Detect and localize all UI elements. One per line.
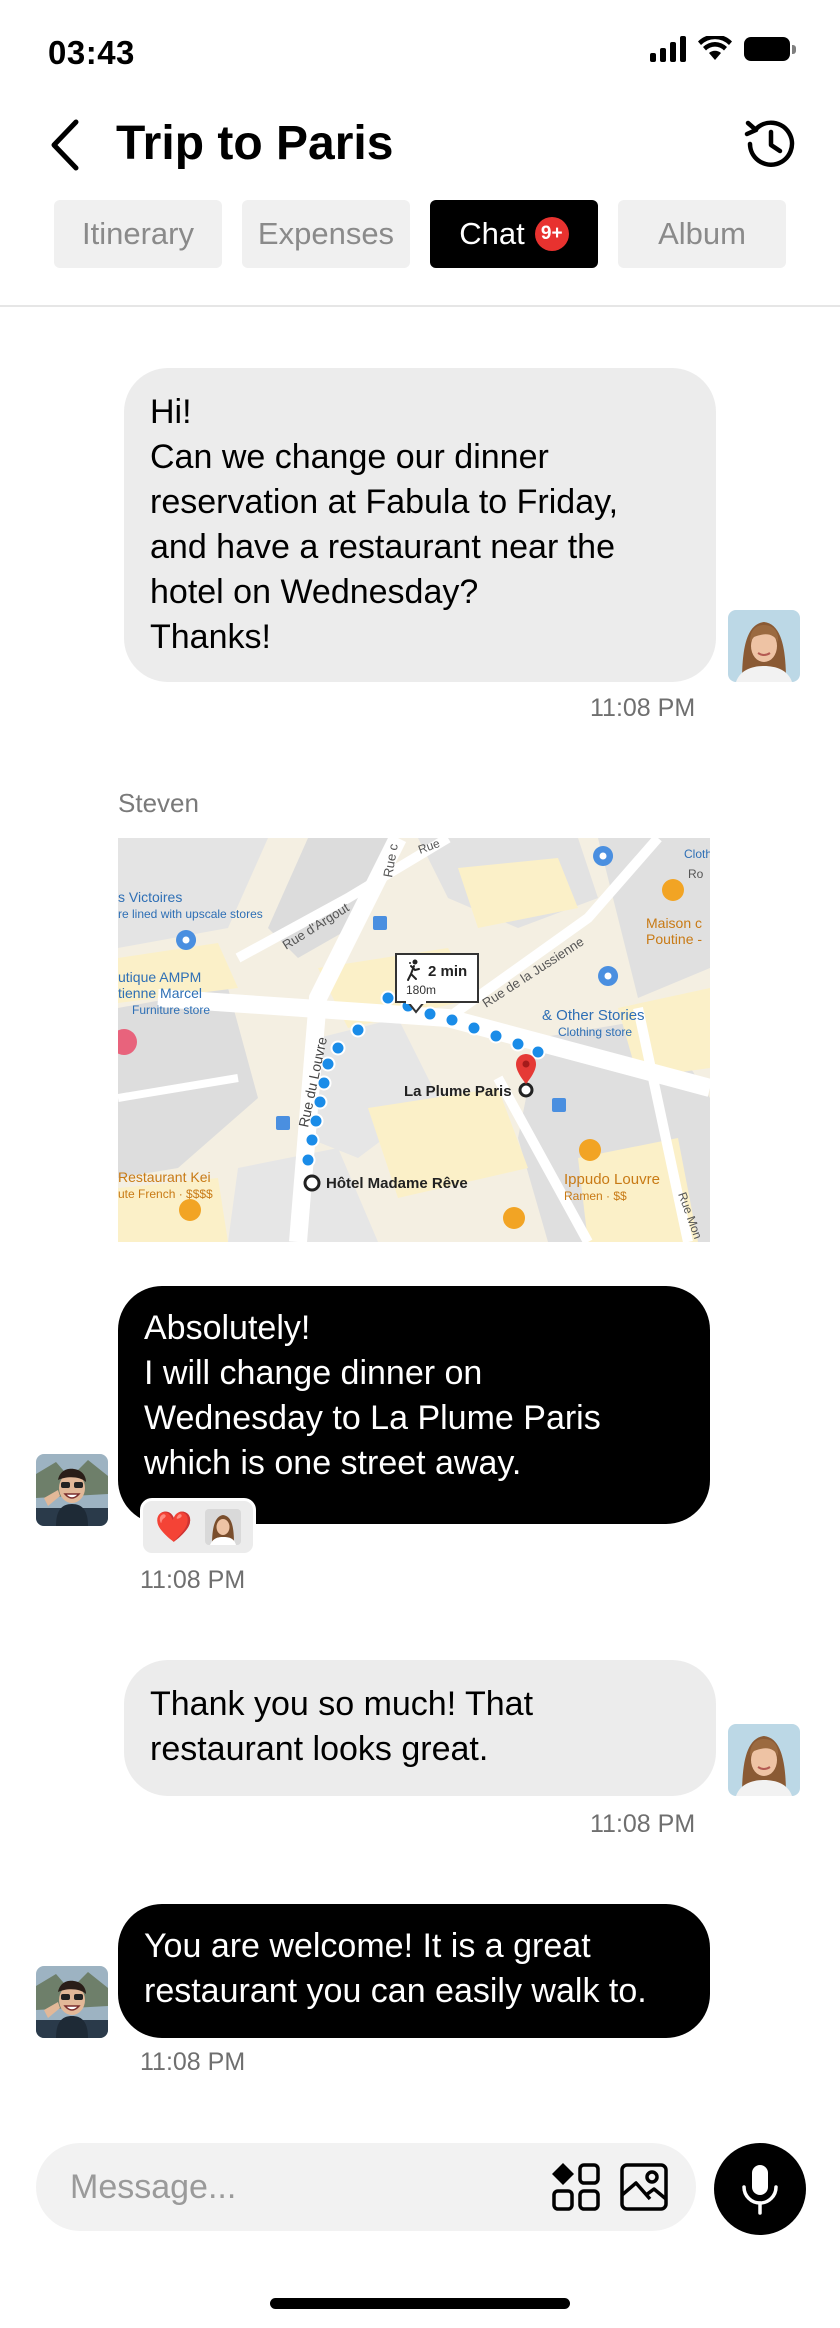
message-bubble-outgoing[interactable]: Absolutely! I will change dinner on Wedn… [118, 1286, 710, 1524]
svg-text:Poutine -: Poutine - [646, 931, 702, 947]
svg-text:re lined with upscale stores: re lined with upscale stores [118, 907, 263, 921]
back-button[interactable] [40, 110, 90, 180]
message-bubble-incoming[interactable]: Hi! Can we change our dinner reservation… [124, 368, 716, 682]
origin-label: Hôtel Madame Rêve [326, 1175, 468, 1192]
status-icons [650, 36, 796, 62]
reaction-badge[interactable]: ❤️ [140, 1498, 256, 1556]
svg-text:ute French · $$$$: ute French · $$$$ [118, 1187, 213, 1201]
microphone-icon [742, 2165, 778, 2215]
image-icon [620, 2163, 668, 2211]
svg-text:Ippudo Louvre: Ippudo Louvre [564, 1171, 660, 1188]
avatar-steven[interactable] [36, 1454, 108, 1526]
tab-expenses[interactable]: Expenses [242, 200, 410, 268]
map-preview[interactable]: 2 min 180m La Plume Paris Hôtel Madame R… [118, 838, 710, 1242]
message-bubble-outgoing[interactable]: You are welcome! It is a great restauran… [118, 1904, 710, 2038]
apps-icon [552, 2163, 600, 2211]
reactor-avatar [204, 1509, 241, 1545]
message-bubble-incoming[interactable]: Thank you so much! That restaurant looks… [124, 1660, 716, 1796]
home-indicator[interactable] [270, 2298, 570, 2309]
image-button[interactable] [618, 2161, 670, 2213]
message-timestamp: 11:08 PM [140, 1566, 246, 1594]
header-divider [0, 305, 840, 307]
microphone-button[interactable] [714, 2143, 806, 2235]
history-icon [744, 120, 795, 167]
svg-text:Furniture store: Furniture store [132, 1003, 210, 1017]
heart-reaction: ❤️ [155, 1509, 193, 1545]
header: Trip to Paris [0, 100, 840, 200]
walk-distance-label: 180m [406, 983, 436, 997]
apps-button[interactable] [550, 2161, 602, 2213]
signal-icon [650, 36, 686, 62]
sender-name: Steven [118, 788, 199, 818]
svg-text:tienne Marcel: tienne Marcel [118, 985, 202, 1001]
status-bar: 03:43 [0, 0, 840, 100]
svg-text:Ramen · $$: Ramen · $$ [564, 1189, 627, 1203]
destination-label: La Plume Paris [404, 1083, 512, 1100]
svg-text:Ro: Ro [688, 867, 704, 881]
svg-text:Cloth: Cloth [684, 847, 710, 861]
battery-icon [744, 37, 796, 61]
unread-badge: 9+ [534, 217, 569, 251]
message-timestamp: 11:08 PM [590, 694, 696, 722]
svg-text:& Other Stories: & Other Stories [542, 1007, 645, 1024]
message-composer [36, 2143, 696, 2231]
avatar-woman[interactable] [728, 1724, 800, 1796]
svg-text:s Victoires: s Victoires [118, 889, 182, 905]
message-input[interactable] [70, 2161, 510, 2213]
walk-time-label: 2 min [428, 963, 467, 980]
avatar-steven[interactable] [36, 1966, 108, 2038]
tab-itinerary[interactable]: Itinerary [54, 200, 222, 268]
wifi-icon [698, 36, 732, 60]
message-timestamp: 11:08 PM [140, 2048, 246, 2076]
svg-text:Clothing store: Clothing store [558, 1025, 632, 1039]
tab-album[interactable]: Album [618, 200, 786, 268]
status-time: 03:43 [48, 34, 135, 71]
tab-chat[interactable]: Chat 9+ [430, 200, 598, 268]
page-title: Trip to Paris [116, 117, 394, 170]
tab-bar: Itinerary Expenses Chat 9+ Album [0, 200, 840, 270]
avatar-woman[interactable] [728, 610, 800, 682]
chevron-left-icon [51, 119, 79, 171]
svg-text:Maison c: Maison c [646, 915, 702, 931]
history-button[interactable] [730, 104, 810, 184]
message-timestamp: 11:08 PM [590, 1810, 696, 1838]
svg-text:utique AMPM: utique AMPM [118, 969, 201, 985]
svg-text:Restaurant Kei: Restaurant Kei [118, 1169, 211, 1185]
